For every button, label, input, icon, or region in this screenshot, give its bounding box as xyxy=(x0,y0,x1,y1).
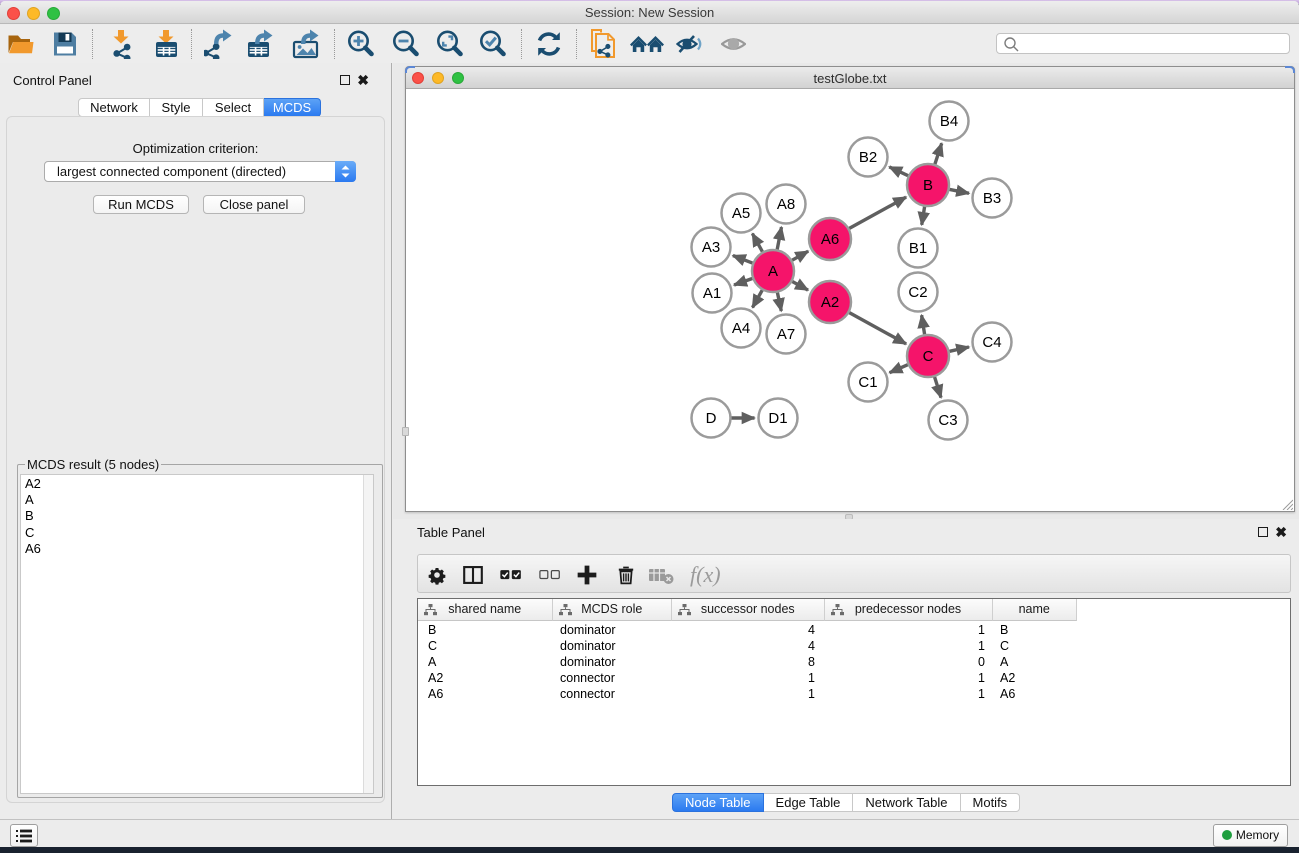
svg-text:A7: A7 xyxy=(777,326,795,343)
svg-text:A1: A1 xyxy=(703,285,721,302)
svg-text:f(x): f(x) xyxy=(690,562,721,587)
svg-text:A: A xyxy=(768,263,778,280)
svg-text:A8: A8 xyxy=(777,196,795,213)
svg-text:D1: D1 xyxy=(768,410,787,427)
svg-text:B: B xyxy=(923,177,933,194)
svg-text:A3: A3 xyxy=(702,239,720,256)
svg-text:B3: B3 xyxy=(983,190,1001,207)
svg-text:B1: B1 xyxy=(909,240,927,257)
svg-text:C4: C4 xyxy=(982,334,1001,351)
svg-text:C3: C3 xyxy=(938,412,957,429)
svg-text:A6: A6 xyxy=(821,231,839,248)
svg-text:A5: A5 xyxy=(732,205,750,222)
svg-text:C2: C2 xyxy=(908,284,927,301)
svg-text:D: D xyxy=(706,410,717,427)
svg-text:A4: A4 xyxy=(732,320,750,337)
svg-text:C: C xyxy=(923,348,934,365)
svg-text:B2: B2 xyxy=(859,149,877,166)
svg-text:C1: C1 xyxy=(858,374,877,391)
svg-text:A2: A2 xyxy=(821,294,839,311)
svg-text:B4: B4 xyxy=(940,113,958,130)
